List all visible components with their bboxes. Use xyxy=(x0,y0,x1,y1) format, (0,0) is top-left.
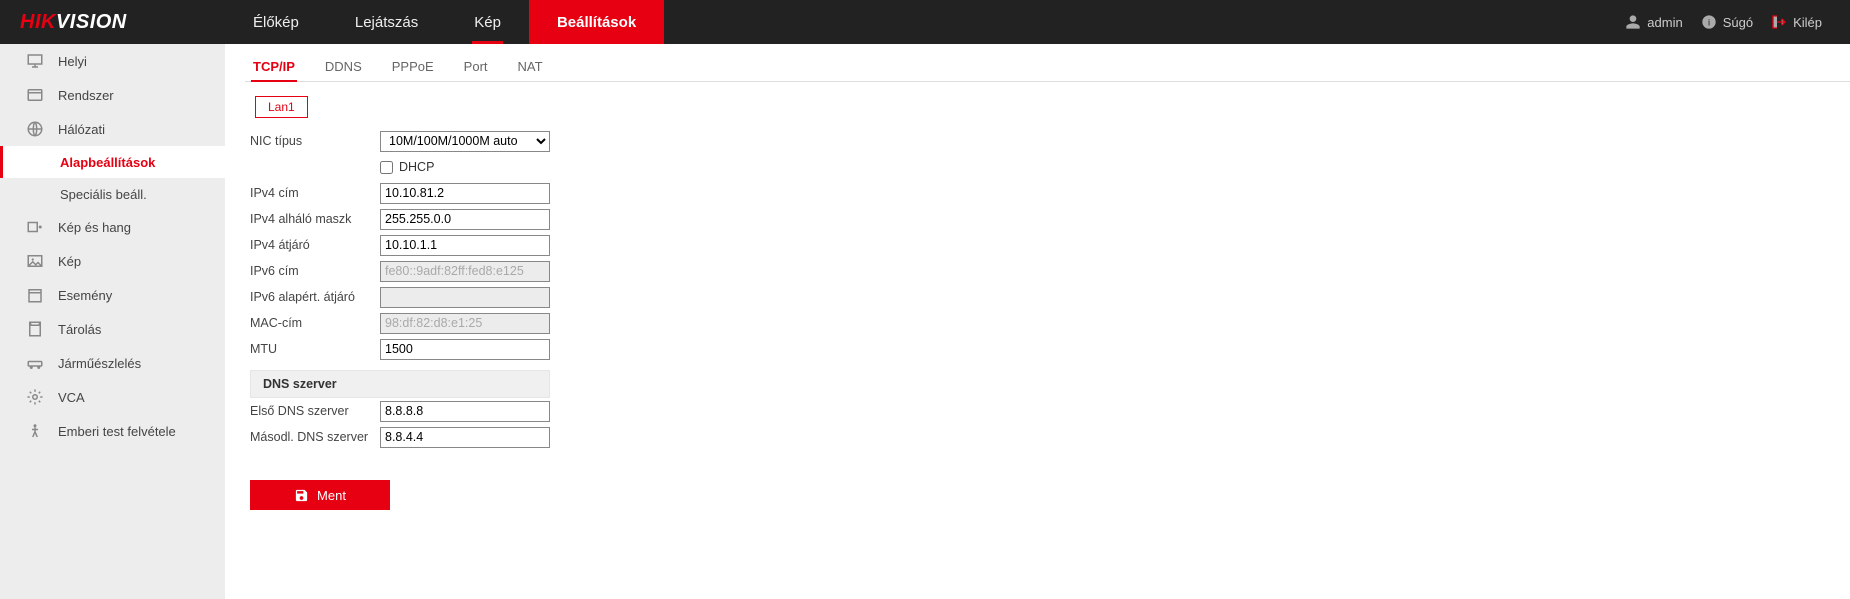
subtab-4[interactable]: NAT xyxy=(516,53,545,81)
dns1-label: Első DNS szerver xyxy=(250,404,380,418)
mac-label: MAC-cím xyxy=(250,316,380,330)
sidebar-item-7[interactable]: Járműészlelés xyxy=(0,346,225,380)
sidebar-item-6[interactable]: Tárolás xyxy=(0,312,225,346)
logout-link[interactable]: Kilép xyxy=(1771,14,1822,30)
ipv4-gw-label: IPv4 átjáró xyxy=(250,238,380,252)
sidebar-item-1[interactable]: Rendszer xyxy=(0,78,225,112)
ipv6-gw-input xyxy=(380,287,550,308)
user-label: admin xyxy=(1647,15,1682,30)
sidebar-item-8[interactable]: VCA xyxy=(0,380,225,414)
dhcp-label: DHCP xyxy=(399,160,434,174)
nav-item-1[interactable]: Lejátszás xyxy=(327,0,446,44)
dns2-label: Másodl. DNS szerver xyxy=(250,430,380,444)
subtab-1[interactable]: DDNS xyxy=(323,53,364,81)
brand-part2: VISION xyxy=(56,11,127,33)
mtu-label: MTU xyxy=(250,342,380,356)
sidebar: HelyiRendszerHálózatiAlapbeállításokSpec… xyxy=(0,44,225,599)
sidebar-item-3[interactable]: Kép és hang xyxy=(0,210,225,244)
nic-type-label: NIC típus xyxy=(250,134,380,148)
save-button[interactable]: Ment xyxy=(250,480,390,510)
sidebar-item-0[interactable]: Helyi xyxy=(0,44,225,78)
topbar: HIKVISION ÉlőképLejátszásKépBeállítások … xyxy=(0,0,1850,44)
mac-input xyxy=(380,313,550,334)
nic-type-select[interactable]: 10M/100M/1000M auto xyxy=(380,131,550,152)
mtu-input[interactable] xyxy=(380,339,550,360)
lan-badge[interactable]: Lan1 xyxy=(255,96,308,118)
subtab-0[interactable]: TCP/IP xyxy=(251,53,297,81)
main-nav: ÉlőképLejátszásKépBeállítások xyxy=(225,0,664,44)
ipv6-addr-label: IPv6 cím xyxy=(250,264,380,278)
ipv4-mask-input[interactable] xyxy=(380,209,550,230)
sidebar-item-2[interactable]: Hálózati xyxy=(0,112,225,146)
svg-text:i: i xyxy=(1708,17,1710,27)
ipv4-addr-label: IPv4 cím xyxy=(250,186,380,200)
nav-item-2[interactable]: Kép xyxy=(446,0,529,44)
logout-icon xyxy=(1771,14,1787,30)
dns-section-header: DNS szerver xyxy=(250,370,550,398)
network-form: NIC típus 10M/100M/1000M auto DHCP IPv4 … xyxy=(250,128,810,510)
brand-logo: HIKVISION xyxy=(0,11,225,34)
topbar-right: admin i Súgó Kilép xyxy=(1625,14,1850,30)
save-icon xyxy=(294,488,309,503)
dns2-input[interactable] xyxy=(380,427,550,448)
sidebar-subitem-2-1[interactable]: Speciális beáll. xyxy=(0,178,225,210)
ipv4-gw-input[interactable] xyxy=(380,235,550,256)
ipv4-mask-label: IPv4 alháló maszk xyxy=(250,212,380,226)
help-label: Súgó xyxy=(1723,15,1753,30)
dns1-input[interactable] xyxy=(380,401,550,422)
content: TCP/IP DDNS PPPoE Port NAT Lan1 NIC típus 10… xyxy=(225,44,1850,599)
logout-label: Kilép xyxy=(1793,15,1822,30)
help-link[interactable]: i Súgó xyxy=(1701,14,1753,30)
info-icon: i xyxy=(1701,14,1717,30)
sidebar-item-4[interactable]: Kép xyxy=(0,244,225,278)
subtab-3[interactable]: Port xyxy=(462,53,490,81)
brand-part1: HIK xyxy=(20,11,56,33)
subtabs: TCP/IP DDNS PPPoE Port NAT xyxy=(245,48,1850,82)
user-menu[interactable]: admin xyxy=(1625,14,1682,30)
sidebar-item-5[interactable]: Esemény xyxy=(0,278,225,312)
save-label: Ment xyxy=(317,488,346,503)
nav-item-3[interactable]: Beállítások xyxy=(529,0,664,44)
user-icon xyxy=(1625,14,1641,30)
ipv4-addr-input[interactable] xyxy=(380,183,550,204)
ipv6-gw-label: IPv6 alapért. átjáró xyxy=(250,290,380,304)
sidebar-subitem-2-0[interactable]: Alapbeállítások xyxy=(0,146,225,178)
dhcp-checkbox[interactable] xyxy=(380,161,393,174)
subtab-2[interactable]: PPPoE xyxy=(390,53,436,81)
sidebar-item-9[interactable]: Emberi test felvétele xyxy=(0,414,225,448)
nav-item-0[interactable]: Élőkép xyxy=(225,0,327,44)
ipv6-addr-input xyxy=(380,261,550,282)
